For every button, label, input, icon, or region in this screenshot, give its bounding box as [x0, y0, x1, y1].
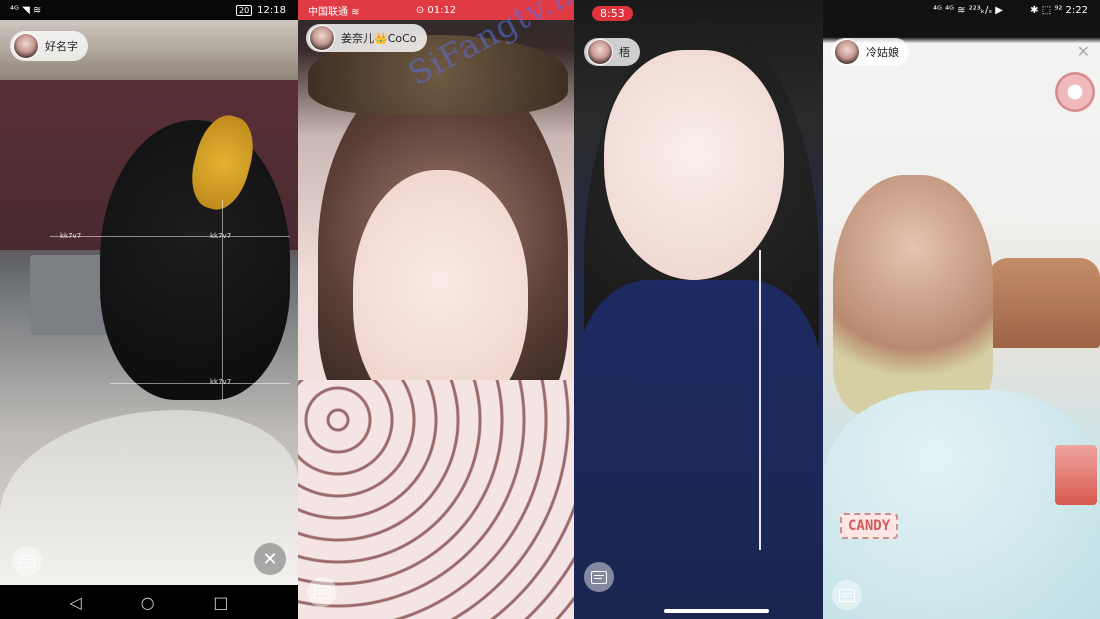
chat-button[interactable] [584, 562, 614, 592]
streamer-name: 姜奈儿👑CoCo [341, 32, 417, 45]
streamer-name: 梧 [619, 46, 630, 59]
home-icon[interactable]: ○ [141, 593, 155, 612]
stream-panel-4[interactable]: ⁴ᴳ ⁴ᴳ ≋ ²²³ₖ/ₛ ▶ ✱ ⬚ ⁹² 2:22 冷姑娘 ✕ CANDY [823, 0, 1100, 619]
signal-indicators: ⁴ᴳ ⁴ᴳ ≋ ²²³ₖ/ₛ ▶ [933, 4, 1003, 16]
face [604, 50, 784, 280]
streamer-chip[interactable]: 姜奈儿👑CoCo [306, 24, 427, 52]
streamer-chip[interactable]: 梧 [584, 38, 640, 66]
guide-line [110, 383, 290, 384]
kk-watermark: kk7v7 [60, 232, 82, 240]
message-icon [839, 588, 855, 602]
android-nav-bar: ◁ ○ □ [0, 585, 298, 619]
chat-button[interactable] [307, 577, 337, 607]
battery-icon: 20 [235, 4, 253, 16]
streamer-name: 好名字 [45, 40, 78, 53]
stream-panel-1[interactable]: kk7v7 kk7v7 kk7v7 ⁴ᴳ ◥ ≋ 20 12:18 好名字 ✕ … [0, 0, 298, 619]
stream-panel-2[interactable]: 中国联通 ≋ ⊙ 01:12 姜奈儿👑CoCo [298, 0, 574, 619]
candy-sticker: CANDY [840, 513, 899, 539]
status-bar: ⁴ᴳ ⁴ᴳ ≋ ²²³ₖ/ₛ ▶ ✱ ⬚ ⁹² 2:22 [823, 0, 1100, 20]
message-icon [19, 554, 35, 568]
person [833, 175, 993, 415]
message-icon [314, 585, 330, 599]
status-time: 8:53 [592, 6, 633, 21]
stream-panel-3[interactable]: 8:53 梧 [574, 0, 823, 619]
earphone-cable [759, 250, 761, 550]
headboard [988, 258, 1100, 348]
avatar[interactable] [834, 39, 860, 65]
streamer-chip[interactable]: 冷姑娘 [831, 38, 909, 66]
streamer-chip[interactable]: 好名字 [10, 31, 88, 61]
message-icon [591, 570, 607, 584]
kk-watermark: kk7v7 [210, 232, 232, 240]
status-bar: ⁴ᴳ ◥ ≋ 20 12:18 [0, 0, 298, 20]
avatar[interactable] [309, 25, 335, 51]
chat-button[interactable] [12, 546, 42, 576]
avatar[interactable] [13, 33, 39, 59]
home-indicator[interactable] [664, 609, 769, 613]
guide-line [50, 236, 290, 237]
chat-button[interactable] [832, 580, 862, 610]
close-button[interactable]: ✕ [254, 543, 286, 575]
close-icon[interactable]: ✕ [1077, 42, 1090, 61]
status-right: ✱ ⬚ ⁹² 2:22 [1030, 4, 1088, 16]
gift-sticker [1055, 445, 1097, 505]
avatar[interactable] [587, 39, 613, 65]
guide-line [222, 200, 223, 400]
recent-apps-icon[interactable]: □ [213, 593, 228, 612]
signal-indicators: ⁴ᴳ ◥ ≋ [10, 4, 42, 16]
donut-sticker [1055, 72, 1095, 112]
kk-watermark: kk7v7 [210, 378, 232, 386]
streamer-name: 冷姑娘 [866, 46, 899, 59]
back-icon[interactable]: ◁ [69, 593, 81, 612]
status-time: 12:18 [257, 4, 286, 16]
pajama [298, 380, 574, 619]
